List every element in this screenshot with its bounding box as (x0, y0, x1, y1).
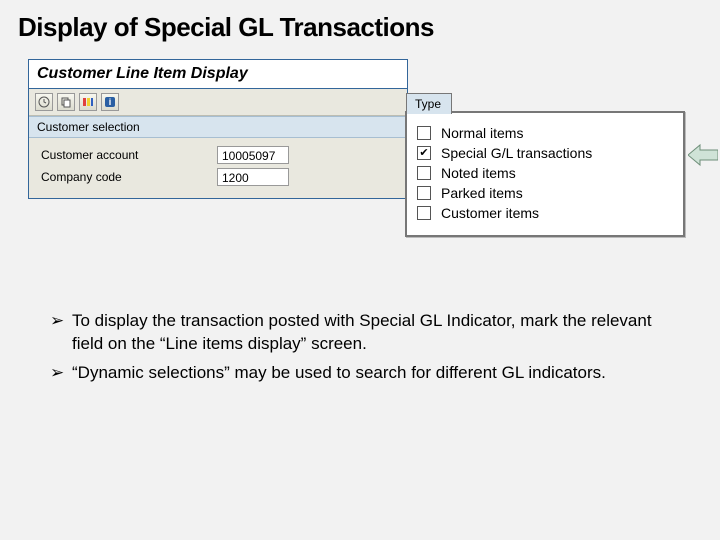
checkbox-label: Customer items (441, 205, 539, 221)
customer-account-label: Customer account (37, 148, 217, 162)
checkbox-row-normal-items: Normal items (417, 125, 673, 141)
customer-account-row: Customer account 10005097 (37, 146, 399, 164)
checkbox-parked-items[interactable] (417, 186, 431, 200)
customer-account-input[interactable]: 10005097 (217, 146, 289, 164)
bullet-text: “Dynamic selections” may be used to sear… (72, 362, 606, 385)
info-icon[interactable]: i (101, 93, 119, 111)
checkbox-special-gl[interactable] (417, 146, 431, 160)
panel-title: Customer Line Item Display (29, 60, 407, 89)
copy-icon[interactable] (57, 93, 75, 111)
checkbox-row-customer-items: Customer items (417, 205, 673, 221)
toolbar: i (29, 89, 407, 116)
company-code-input[interactable]: 1200 (217, 168, 289, 186)
bullet-list: ➢ To display the transaction posted with… (50, 310, 670, 391)
checkbox-row-parked-items: Parked items (417, 185, 673, 201)
checkbox-label: Special G/L transactions (441, 145, 592, 161)
checkbox-customer-items[interactable] (417, 206, 431, 220)
company-code-row: Company code 1200 (37, 168, 399, 186)
type-panel: Type Normal items Special G/L transactio… (405, 111, 685, 237)
checkbox-label: Parked items (441, 185, 523, 201)
bullet-marker-icon: ➢ (50, 310, 72, 356)
svg-text:i: i (109, 97, 112, 107)
clock-icon[interactable] (35, 93, 53, 111)
checkbox-label: Normal items (441, 125, 523, 141)
bullet-text: To display the transaction posted with S… (72, 310, 670, 356)
type-tab[interactable]: Type (406, 93, 452, 114)
bullet-item: ➢ “Dynamic selections” may be used to se… (50, 362, 670, 385)
checkbox-label: Noted items (441, 165, 516, 181)
company-code-label: Company code (37, 170, 217, 184)
customer-line-item-panel: Customer Line Item Display i Customer se… (28, 59, 408, 199)
customer-selection-label: Customer selection (29, 116, 407, 138)
checkbox-row-noted-items: Noted items (417, 165, 673, 181)
checkbox-normal-items[interactable] (417, 126, 431, 140)
checkbox-noted-items[interactable] (417, 166, 431, 180)
checkbox-row-special-gl: Special G/L transactions (417, 145, 673, 161)
dynamic-selections-icon[interactable] (79, 93, 97, 111)
bullet-item: ➢ To display the transaction posted with… (50, 310, 670, 356)
bullet-marker-icon: ➢ (50, 362, 72, 385)
slide-title: Display of Special GL Transactions (0, 0, 720, 49)
arrow-indicator-icon (688, 143, 718, 167)
